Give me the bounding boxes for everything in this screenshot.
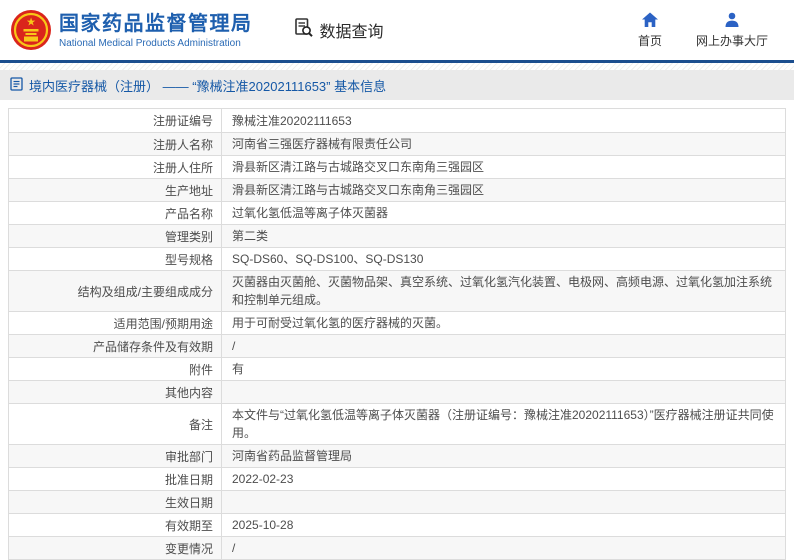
table-row: 管理类别 第二类 [9,224,785,247]
breadcrumb: 境内医疗器械（注册） —— “豫械注准20202111653” 基本信息 [0,70,794,100]
document-icon [10,76,23,94]
row-label-cell: 结构及组成/主要组成成分 [9,271,222,311]
row-value: 滑县新区清江路与古城路交叉口东南角三强园区 [232,160,485,174]
table-row: 审批部门 河南省药品监督管理局 [9,444,785,467]
row-label-cell: 审批部门 [9,445,222,467]
row-label: 注册人名称 [152,137,213,152]
row-label: 适用范围/预期用途 [113,316,213,331]
row-label: 结构及组成/主要组成成分 [77,284,213,299]
site-subtitle: National Medical Products Administration [59,37,241,49]
table-row: 产品名称 过氧化氢低温等离子体灭菌器 [9,201,785,224]
row-label-cell: 注册人名称 [9,133,222,155]
table-row: 注册证编号 豫械注准20202111653 [9,109,785,132]
table-row: 附件 有 [9,357,785,380]
row-value: 用于可耐受过氧化氢的医疗器械的灭菌。 [232,316,449,330]
row-label-cell: 有效期至 [9,514,222,536]
row-label-cell: 适用范围/预期用途 [9,312,222,334]
row-label: 其他内容 [164,385,213,400]
row-value [222,381,785,403]
row-label-cell: 生产地址 [9,179,222,201]
row-label: 生产地址 [164,183,213,198]
table-row: 有效期至 2025-10-28 [9,513,785,536]
row-label: 注册证编号 [152,114,213,128]
row-label: 产品储存条件及有效期 [92,339,213,354]
row-label-cell: 批准日期 [9,468,222,490]
row-label-cell: 备注 [9,404,222,444]
table-row: 产品储存条件及有效期 / [9,334,785,357]
row-label: 产品名称 [164,206,213,221]
row-label-cell: 注册证编号 [9,109,222,132]
row-label: 附件 [188,362,213,377]
data-query-tab[interactable]: 数据查询 [293,17,384,43]
row-label-cell: 产品储存条件及有效期 [9,335,222,357]
row-value [222,491,785,513]
home-icon [641,12,659,28]
nav-home-label: 首页 [637,33,662,48]
table-row: 其他内容 [9,380,785,403]
row-value: 滑县新区清江路与古城路交叉口东南角三强园区 [232,183,485,197]
row-value: 过氧化氢低温等离子体灭菌器 [232,206,389,220]
row-value: / [232,339,236,353]
nav-online-service-hall[interactable]: 网上办事大厅 [696,12,768,49]
brand-text: 国家药品监督管理局 National Medical Products Admi… [59,12,253,49]
site-header: ★ 国家药品监督管理局 National Medical Products Ad… [0,0,794,60]
header-nav: 首页 网上办事大厅 [638,12,768,49]
row-label-cell: 其他内容 [9,381,222,403]
table-row: 批准日期 2022-02-23 [9,467,785,490]
table-row: 注册人名称 河南省三强医疗器械有限责任公司 [9,132,785,155]
document-search-icon [293,17,314,43]
info-table-body: 注册证编号 豫械注准20202111653 注册人名称 河南省三强医疗器械有限责… [9,109,785,560]
row-value: 豫械注准20202111653 [232,113,352,128]
table-row: 生效日期 [9,490,785,513]
table-row: 变更情况 / [9,536,785,559]
row-label-cell: 型号规格 [9,248,222,270]
table-row: 结构及组成/主要组成成分 灭菌器由灭菌舱、灭菌物品架、真空系统、过氧化氢汽化装置… [9,270,785,311]
site-logo-brand[interactable]: ★ 国家药品监督管理局 National Medical Products Ad… [10,9,253,51]
row-label-cell: 变更情况 [9,537,222,559]
striped-gap [0,63,794,70]
row-label-cell: 附件 [9,358,222,380]
svg-text:★: ★ [26,17,36,29]
row-label: 管理类别 [164,229,213,244]
row-value: 2022-02-23 [232,472,294,486]
row-value: 灭菌器由灭菌舱、灭菌物品架、真空系统、过氧化氢汽化装置、电极网、高频电源、过氧化… [232,275,773,307]
row-label-cell: 生效日期 [9,491,222,513]
table-row: 型号规格 SQ-DS60、SQ-DS100、SQ-DS130 [9,247,785,270]
row-label: 型号规格 [164,252,213,267]
row-value: 有 [232,362,245,376]
row-label: 注册人住所 [152,160,213,175]
row-label-cell: 产品名称 [9,202,222,224]
site-title: 国家药品监督管理局 [59,12,253,35]
nav-home[interactable]: 首页 [638,12,662,49]
data-query-label: 数据查询 [319,24,384,41]
row-value: 2025-10-28 [232,518,294,532]
row-value: SQ-DS60、SQ-DS100、SQ-DS130 [232,252,424,266]
row-value: 河南省三强医疗器械有限责任公司 [232,137,413,151]
row-value: / [232,541,236,555]
person-icon [723,12,741,28]
row-label-cell: 注册人住所 [9,156,222,178]
row-label: 审批部门 [164,449,213,464]
breadcrumb-text: 境内医疗器械（注册） —— “豫械注准20202111653” 基本信息 [29,78,387,94]
nav-online-service-hall-label: 网上办事大厅 [695,33,768,48]
info-table: 注册证编号 豫械注准20202111653 注册人名称 河南省三强医疗器械有限责… [8,108,786,560]
row-label: 变更情况 [164,541,213,556]
row-label: 批准日期 [164,472,213,487]
row-label: 备注 [188,417,213,432]
table-row: 备注 本文件与“过氧化氢低温等离子体灭菌器（注册证编号：豫械注准20202111… [9,403,785,444]
table-row: 适用范围/预期用途 用于可耐受过氧化氢的医疗器械的灭菌。 [9,311,785,334]
table-row: 注册人住所 滑县新区清江路与古城路交叉口东南角三强园区 [9,155,785,178]
row-label-cell: 管理类别 [9,225,222,247]
row-value: 本文件与“过氧化氢低温等离子体灭菌器（注册证编号：豫械注准20202111653… [232,408,774,440]
table-row: 生产地址 滑县新区清江路与古城路交叉口东南角三强园区 [9,178,785,201]
row-value: 第二类 [232,229,269,243]
page: ★ 国家药品监督管理局 National Medical Products Ad… [0,0,794,560]
row-label: 有效期至 [164,518,213,533]
row-value: 河南省药品监督管理局 [232,449,353,463]
row-label: 生效日期 [164,495,213,510]
national-emblem-icon: ★ [10,9,52,51]
